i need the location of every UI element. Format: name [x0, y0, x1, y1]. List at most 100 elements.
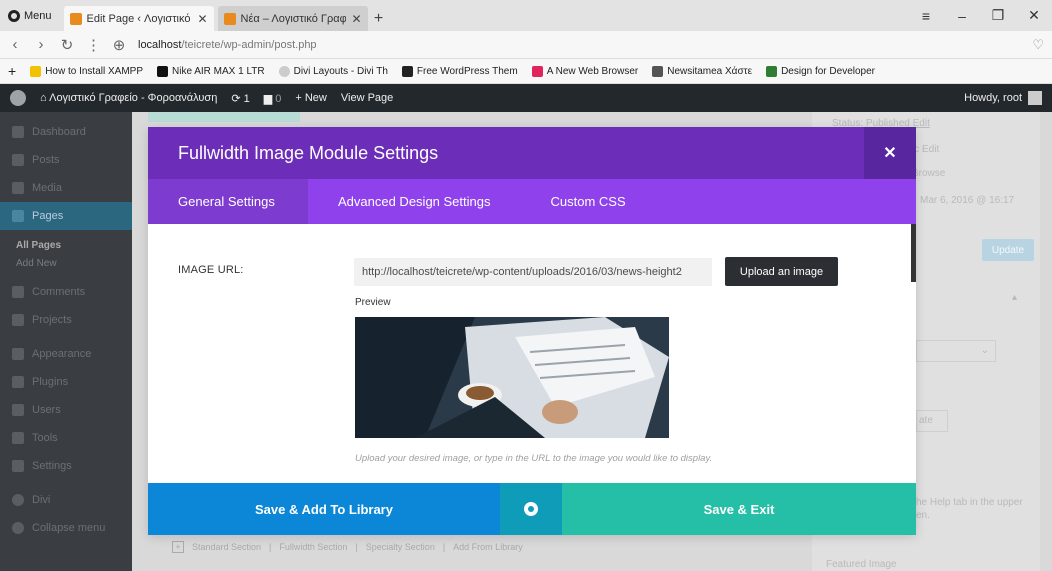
pin-icon — [12, 314, 24, 326]
plus-icon[interactable]: + — [172, 541, 184, 553]
forward-icon[interactable]: › — [34, 36, 48, 53]
tab-title: Νέα – Λογιστικό Γραφείο — [240, 12, 347, 25]
url-field[interactable]: localhost/teicrete/wp-admin/post.php — [138, 39, 1020, 51]
url-path: /teicrete/wp-admin/post.php — [181, 38, 317, 51]
tab-advanced-design-settings[interactable]: Advanced Design Settings — [308, 179, 520, 224]
sidebar-item-settings[interactable]: Settings — [0, 452, 132, 480]
sidebar-item-posts[interactable]: Posts — [0, 146, 132, 174]
add-from-library-link[interactable]: Add From Library — [453, 542, 523, 552]
divi-favicon-icon — [69, 12, 82, 25]
media-icon — [12, 182, 24, 194]
chevron-down-icon: ⌄ — [980, 345, 989, 356]
maximize-icon[interactable]: ❐ — [980, 7, 1016, 24]
minimize-icon[interactable]: – — [944, 8, 980, 24]
sidebar-item-media[interactable]: Media — [0, 174, 132, 202]
upload-image-button[interactable]: Upload an image — [725, 257, 838, 286]
house-icon — [652, 65, 664, 77]
template-select[interactable]: ate — [916, 410, 948, 432]
tab-custom-css[interactable]: Custom CSS — [520, 179, 655, 224]
address-bar: ‹ › ↻ ⋮ ⊕ localhost/teicrete/wp-admin/po… — [0, 31, 1052, 59]
updates-count: 1 — [243, 92, 250, 105]
comments-link[interactable]: ▆ 0 — [264, 92, 282, 105]
new-content-link[interactable]: + New — [295, 92, 327, 104]
help-text: he Help tab in the upper — [916, 497, 1023, 508]
preview-button[interactable] — [500, 483, 562, 535]
sidebar-item-tools[interactable]: Tools — [0, 424, 132, 452]
fullwidth-section-link[interactable]: Fullwidth Section — [279, 542, 347, 552]
tab-general-settings[interactable]: General Settings — [148, 179, 308, 224]
page-icon — [401, 65, 413, 77]
account-menu[interactable]: Howdy, root — [964, 91, 1042, 105]
browser-tab-edit-page[interactable]: Edit Page ‹ Λογιστικό Γραφ ✕ — [63, 6, 214, 31]
tab-close-icon[interactable]: ✕ — [197, 12, 207, 26]
bookmark-heart-icon[interactable]: ♡ — [1032, 37, 1044, 53]
specialty-section-link[interactable]: Specialty Section — [366, 542, 435, 552]
featured-image-title: Featured Image — [826, 559, 897, 570]
window-controls: ≡ – ❐ ✕ — [908, 0, 1052, 31]
bookmark-item[interactable]: Nike AIR MAX 1 LTR — [157, 65, 265, 77]
modal-body[interactable]: IMAGE URL: http://localhost/teicrete/wp-… — [148, 224, 916, 483]
user-icon — [12, 404, 24, 416]
sidebar-item-label: Appearance — [32, 348, 92, 360]
standard-section-link[interactable]: Standard Section — [192, 542, 261, 552]
browse-link[interactable]: Browse — [912, 168, 945, 179]
sidebar-item-appearance[interactable]: Appearance — [0, 340, 132, 368]
back-icon[interactable]: ‹ — [8, 36, 22, 53]
sidebar-item-plugins[interactable]: Plugins — [0, 368, 132, 396]
opera-logo-icon — [8, 9, 20, 22]
sidebar-item-label: Users — [32, 404, 61, 416]
save-exit-button[interactable]: Save & Exit — [562, 483, 916, 535]
updates-link[interactable]: ⟳ 1 — [231, 92, 249, 105]
sidebar-item-projects[interactable]: Projects — [0, 306, 132, 334]
browser-tab-new[interactable]: Νέα – Λογιστικό Γραφείο ✕ — [217, 6, 368, 31]
view-page-link[interactable]: View Page — [341, 92, 393, 104]
pages-icon — [12, 210, 24, 222]
sidebar-sub-add-new[interactable]: Add New — [0, 254, 132, 272]
bookmark-label: Free WordPress Them — [416, 65, 518, 77]
add-bookmark-icon[interactable]: + — [8, 63, 16, 79]
sidebar-item-label: Pages — [32, 210, 64, 222]
bookmark-item[interactable]: How to Install XAMPP — [30, 65, 143, 77]
image-url-input[interactable]: http://localhost/teicrete/wp-content/upl… — [354, 258, 712, 286]
sidebar-collapse-menu[interactable]: Collapse menu — [0, 514, 132, 542]
bookmark-item[interactable]: Divi Layouts - Divi Th — [278, 65, 388, 77]
dashboard-icon — [12, 126, 24, 138]
update-button[interactable]: Update — [982, 239, 1034, 261]
bookmark-item[interactable]: Newsitamea Χάστε — [652, 65, 753, 77]
site-name-link[interactable]: ⌂ Λογιστικό Γραφείο - Φοροανάλυση — [40, 92, 217, 104]
bookmark-item[interactable]: Design for Developer — [766, 65, 875, 77]
browser-menu-button[interactable]: Menu — [0, 0, 60, 31]
bookmark-item[interactable]: A New Web Browser — [531, 65, 638, 77]
browser-tabbar: Menu Edit Page ‹ Λογιστικό Γραφ ✕ Νέα – … — [0, 0, 1052, 31]
site-name: Λογιστικό Γραφείο - Φοροανάλυση — [49, 92, 218, 104]
bookmarks-bar: + How to Install XAMPP Nike AIR MAX 1 LT… — [0, 59, 1052, 84]
speed-dial-icon[interactable]: ⋮ — [86, 36, 101, 54]
scrollbar-thumb[interactable] — [911, 224, 916, 282]
sidebar-item-users[interactable]: Users — [0, 396, 132, 424]
new-tab-button[interactable]: + — [368, 6, 390, 31]
tab-menu-icon[interactable]: ≡ — [908, 8, 944, 24]
modal-footer: Save & Add To Library Save & Exit — [148, 483, 916, 535]
globe-icon: ⊕ — [112, 36, 126, 54]
parent-select[interactable]: ⌄ — [916, 340, 996, 362]
save-add-to-library-button[interactable]: Save & Add To Library — [148, 483, 500, 535]
sidebar-sub-all-pages[interactable]: All Pages — [0, 236, 132, 254]
collapse-icon — [12, 522, 24, 534]
divi-icon — [12, 494, 24, 506]
sidebar-item-pages[interactable]: Pages — [0, 202, 132, 230]
chevron-up-icon[interactable]: ▴ — [1012, 292, 1017, 303]
close-button[interactable]: ✕ — [864, 127, 916, 179]
sidebar-item-divi[interactable]: Divi — [0, 486, 132, 514]
bookmark-item[interactable]: Free WordPress Them — [401, 65, 518, 77]
builder-toggle-bar — [148, 112, 300, 122]
reload-icon[interactable]: ↻ — [60, 36, 74, 54]
bookmark-label: Newsitamea Χάστε — [667, 65, 753, 77]
wordpress-logo-icon[interactable] — [10, 90, 26, 106]
visibility-text[interactable]: ic Edit — [912, 144, 939, 155]
bookmark-label: Design for Developer — [781, 65, 875, 77]
howdy-text: Howdy, root — [964, 92, 1022, 104]
tab-close-icon[interactable]: ✕ — [351, 12, 361, 26]
sidebar-item-dashboard[interactable]: Dashboard — [0, 118, 132, 146]
close-window-icon[interactable]: ✕ — [1016, 7, 1052, 24]
sidebar-item-comments[interactable]: Comments — [0, 278, 132, 306]
